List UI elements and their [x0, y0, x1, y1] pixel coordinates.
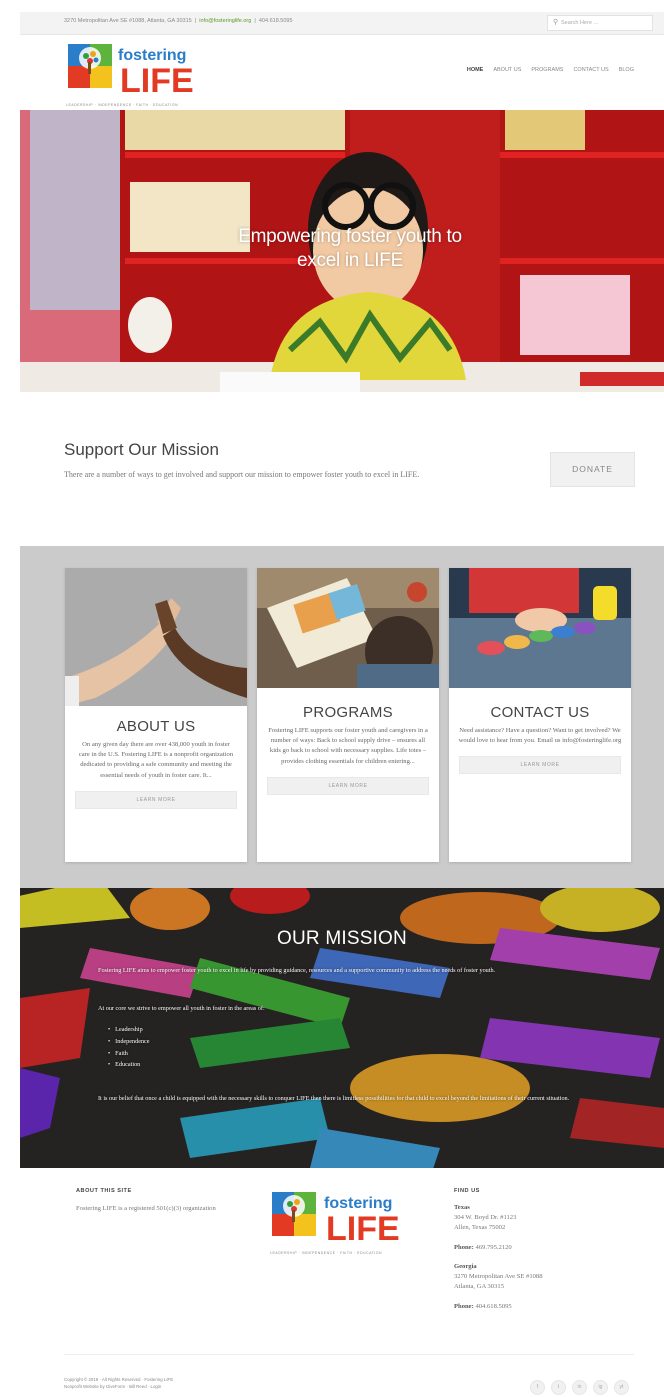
card-about-learn-more-button[interactable]: LEARN MORE: [75, 790, 237, 809]
mission-list-item: Leadership: [108, 1024, 150, 1036]
footer-georgia-phone[interactable]: 404.618.5095: [475, 1303, 511, 1310]
nav-item-blog[interactable]: BLOG: [619, 67, 634, 73]
topbar-contact: 3270 Metropolitan Ave SE #1088, Atlanta,…: [64, 18, 293, 24]
card-contact: CONTACT US Need assistance? Have a quest…: [449, 568, 631, 862]
card-programs: PROGRAMS Fostering LIFE supports our fos…: [257, 568, 439, 862]
card-programs-learn-more-button[interactable]: LEARN MORE: [267, 776, 429, 795]
topbar-email-link[interactable]: info@fosteringlife.org: [199, 18, 251, 24]
twitter-icon[interactable]: t: [551, 1380, 566, 1395]
topbar-address: 3270 Metropolitan Ave SE #1088, Atlanta,…: [64, 18, 192, 24]
mission-paragraph-3: It is our belief that once a child is eq…: [98, 1095, 570, 1102]
facebook-icon[interactable]: f: [530, 1380, 545, 1395]
hero-title-line2: excel in LIFE: [297, 249, 403, 271]
footer-logo-tagline: LEADERSHIP · INDEPENDENCE · FAITH · EDUC…: [270, 1251, 383, 1255]
topbar-phone: 404.618.5095: [258, 18, 293, 24]
nav-item-about[interactable]: ABOUT US: [493, 67, 521, 73]
footer-georgia-address-2: Atlanta, GA 30315: [454, 1283, 504, 1291]
footer-texas-address-2: Allen, Texas 75002: [454, 1224, 506, 1232]
support-title: Support Our Mission: [64, 440, 219, 459]
footer-copyright-line-1: Copyright © 2019 · All Rights Reserved ·…: [64, 1377, 174, 1382]
nav-item-home[interactable]: HOME: [467, 67, 484, 73]
footer-copyright: Copyright © 2019 · All Rights Reserved ·…: [64, 1376, 173, 1390]
logo-tagline: LEADERSHIP · INDEPENDENCE · FAITH · EDUC…: [66, 103, 179, 107]
footer-texas-address-1: 304 W. Boyd Dr. #1123: [454, 1214, 517, 1222]
footer-logo-mark: fostering LIFE: [272, 1192, 400, 1248]
youtube-icon[interactable]: yt: [614, 1380, 629, 1395]
footer-about-heading: ABOUT THIS SITE: [76, 1188, 132, 1194]
search-placeholder: Search Here ...: [561, 20, 598, 26]
footer-texas-label: Texas: [454, 1204, 470, 1211]
logo-word-life: LIFE: [120, 62, 194, 98]
card-programs-body: PROGRAMS Fostering LIFE supports our fos…: [257, 704, 439, 795]
instagram-icon[interactable]: ig: [593, 1380, 608, 1395]
nav-item-contact[interactable]: CONTACT US: [573, 67, 608, 73]
footer-find-us: FIND US Texas 304 W. Boyd Dr. #1123 Alle…: [454, 1188, 634, 1312]
mission-list-item: Education: [108, 1059, 150, 1071]
card-contact-title: CONTACT US: [490, 704, 590, 721]
footer-texas-phone-label: Phone:: [454, 1243, 474, 1251]
card-about-title: ABOUT US: [116, 718, 196, 735]
mission-title: OUR MISSION: [277, 928, 407, 949]
footer-georgia-phone-label: Phone:: [454, 1302, 474, 1310]
footer-about-text: Fostering LIFE is a registered 501(c)(3)…: [76, 1205, 216, 1212]
footer-find-heading: FIND US: [454, 1188, 480, 1194]
footer-social-links: f t in ig yt: [530, 1380, 629, 1395]
card-contact-text: Need assistance? Have a question? Want t…: [458, 727, 622, 745]
support-text: There are a number of ways to get involv…: [64, 470, 420, 479]
main-nav: HOME ABOUT US PROGRAMS CONTACT US BLOG: [467, 67, 634, 73]
search-input[interactable]: ⚲ Search Here ...: [547, 15, 653, 31]
site-logo[interactable]: fostering LIFE LEADERSHIP · INDEPENDENCE…: [66, 42, 198, 107]
hero-title: Empowering foster youth to excel in LIFE: [170, 225, 530, 273]
card-programs-image: [257, 568, 439, 688]
footer-texas-phone[interactable]: 469.795.2120: [475, 1244, 511, 1251]
mission-list-item: Independence: [108, 1036, 149, 1048]
mission-paragraph-1: Fostering LIFE aims to empower foster yo…: [98, 967, 496, 974]
nav-item-programs[interactable]: PROGRAMS: [531, 67, 563, 73]
card-programs-text: Fostering LIFE supports our foster youth…: [268, 727, 428, 765]
card-contact-body: CONTACT US Need assistance? Have a quest…: [449, 704, 631, 775]
search-icon: ⚲: [553, 18, 559, 26]
top-bar: 3270 Metropolitan Ave SE #1088, Atlanta,…: [20, 12, 664, 35]
footer-georgia-address-1: 3270 Metropolitan Ave SE #1088: [454, 1273, 543, 1281]
mission-list: Leadership Independence Faith Education: [108, 1024, 150, 1071]
hero-title-line1: Empowering foster youth to: [238, 226, 462, 247]
footer-logo-word-life: LIFE: [326, 1210, 400, 1246]
footer-georgia-label: Georgia: [454, 1262, 477, 1270]
footer-copyright-line-2[interactable]: Nonprofit Website by GiveForm · Bill Ree…: [64, 1383, 173, 1390]
mission-list-item: Faith: [108, 1048, 150, 1060]
card-about-body: ABOUT US On any given day there are over…: [65, 718, 247, 809]
linkedin-icon[interactable]: in: [572, 1380, 587, 1395]
card-contact-learn-more-button[interactable]: LEARN MORE: [459, 756, 621, 775]
card-about-image: [65, 568, 247, 706]
footer-logo[interactable]: fostering LIFE LEADERSHIP · INDEPENDENCE…: [270, 1190, 410, 1256]
logo-mark: fostering LIFE: [68, 44, 194, 100]
donate-button[interactable]: DONATE: [550, 452, 635, 487]
card-about-text: On any given day there are over 438,000 …: [78, 741, 234, 779]
mission-paragraph-2: At our core we strive to empower all you…: [98, 1005, 265, 1012]
card-programs-title: PROGRAMS: [303, 704, 393, 721]
card-about: ABOUT US On any given day there are over…: [65, 568, 247, 862]
card-contact-image: [449, 568, 631, 688]
footer-divider: [64, 1354, 634, 1355]
